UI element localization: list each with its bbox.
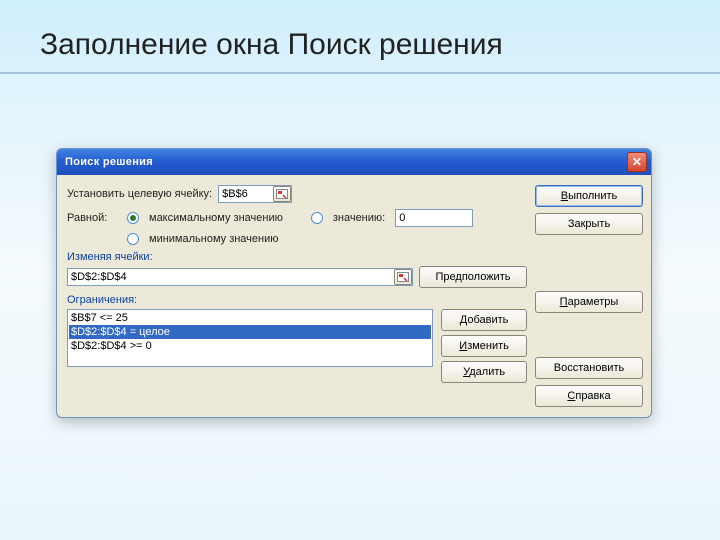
- refedit-collapse-icon[interactable]: [394, 269, 412, 285]
- window-client: Установить целевую ячейку: Равной: макси…: [57, 175, 651, 417]
- constraints-listbox[interactable]: $B$7 <= 25$D$2:$D$4 = целое$D$2:$D$4 >= …: [67, 309, 433, 367]
- solve-button[interactable]: Выполнить: [535, 185, 643, 207]
- help-button[interactable]: Справка: [535, 385, 643, 407]
- slide-title: Заполнение окна Поиск решения: [40, 28, 503, 62]
- label-constraints: Ограничения:: [67, 294, 527, 306]
- titlebar: Поиск решения ✕: [57, 149, 651, 175]
- solver-window: Поиск решения ✕ Установить целевую ячейк…: [56, 148, 652, 418]
- delete-button[interactable]: Удалить: [441, 361, 527, 383]
- label-equal-to: Равной:: [67, 212, 117, 224]
- title-underline: [0, 72, 720, 74]
- changing-cells-input[interactable]: [67, 268, 413, 286]
- label-min: минимальному значению: [149, 233, 279, 245]
- window-title: Поиск решения: [65, 156, 153, 168]
- close-icon[interactable]: ✕: [627, 152, 647, 172]
- radio-value[interactable]: [311, 212, 323, 224]
- label-target-cell: Установить целевую ячейку:: [67, 188, 212, 200]
- guess-button[interactable]: Предположить: [419, 266, 527, 288]
- label-changing-cells: Изменяя ячейки:: [67, 251, 527, 263]
- reset-button[interactable]: Восстановить: [535, 357, 643, 379]
- target-cell-refedit: [218, 185, 292, 203]
- constraint-item[interactable]: $B$7 <= 25: [69, 311, 431, 325]
- label-value: значению:: [333, 212, 385, 224]
- change-button[interactable]: Изменить: [441, 335, 527, 357]
- constraint-item[interactable]: $D$2:$D$4 >= 0: [69, 339, 431, 353]
- value-of-input[interactable]: [395, 209, 473, 227]
- label-max: максимальному значению: [149, 212, 283, 224]
- refedit-collapse-icon[interactable]: [273, 186, 291, 202]
- add-button[interactable]: Добавить: [441, 309, 527, 331]
- changing-cells-refedit: [67, 268, 413, 286]
- radio-max[interactable]: [127, 212, 139, 224]
- close-button[interactable]: Закрыть: [535, 213, 643, 235]
- options-button[interactable]: Параметры: [535, 291, 643, 313]
- constraint-item[interactable]: $D$2:$D$4 = целое: [69, 325, 431, 339]
- radio-min[interactable]: [127, 233, 139, 245]
